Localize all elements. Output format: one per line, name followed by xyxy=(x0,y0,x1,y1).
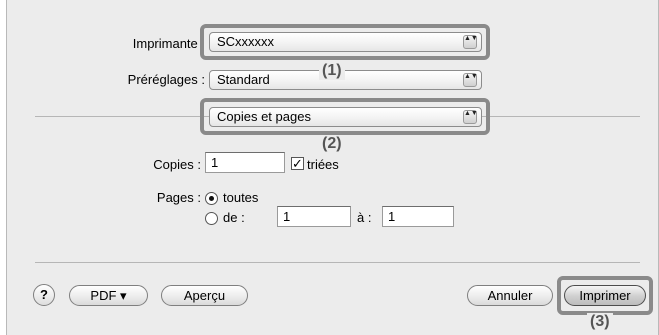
copies-label: Copies : xyxy=(153,157,201,172)
presets-value: Standard xyxy=(217,72,270,87)
highlight-box-2 xyxy=(200,98,490,135)
help-icon: ? xyxy=(40,287,48,302)
highlight-box-1 xyxy=(200,24,490,60)
checkmark-icon: ✓ xyxy=(292,156,303,171)
callout-3: (3) xyxy=(587,313,613,331)
pages-from-label: de : xyxy=(223,210,245,225)
presets-popup[interactable]: Standard ▲▼ xyxy=(209,70,482,90)
pages-range-radio[interactable] xyxy=(205,212,218,225)
pages-label: Pages : xyxy=(156,190,201,205)
collate-label: triées xyxy=(307,157,339,172)
callout-2: (2) xyxy=(319,135,345,153)
separator-bottom xyxy=(35,262,640,263)
print-dialog: Imprimante : SCxxxxxx ▲▼ Préréglages : S… xyxy=(6,0,659,335)
cancel-button[interactable]: Annuler xyxy=(467,285,553,306)
printer-label: Imprimante : xyxy=(132,36,205,51)
copies-field[interactable]: 1 xyxy=(205,152,285,173)
presets-label: Préréglages : xyxy=(127,72,205,87)
help-button[interactable]: ? xyxy=(33,284,55,306)
callout-1: (1) xyxy=(319,62,345,80)
pages-all-radio[interactable] xyxy=(205,192,218,205)
preview-button[interactable]: Aperçu xyxy=(161,285,248,306)
highlight-box-3 xyxy=(557,276,653,315)
collate-checkbox[interactable]: ✓ xyxy=(291,157,304,170)
pages-to-label: à : xyxy=(357,210,372,225)
pdf-menu-button[interactable]: PDF ▾ xyxy=(69,285,148,306)
pages-all-label: toutes xyxy=(223,190,259,205)
popup-arrows-icon: ▲▼ xyxy=(463,73,478,87)
pages-to-field[interactable]: 1 xyxy=(382,206,454,227)
pages-from-field[interactable]: 1 xyxy=(277,206,351,227)
